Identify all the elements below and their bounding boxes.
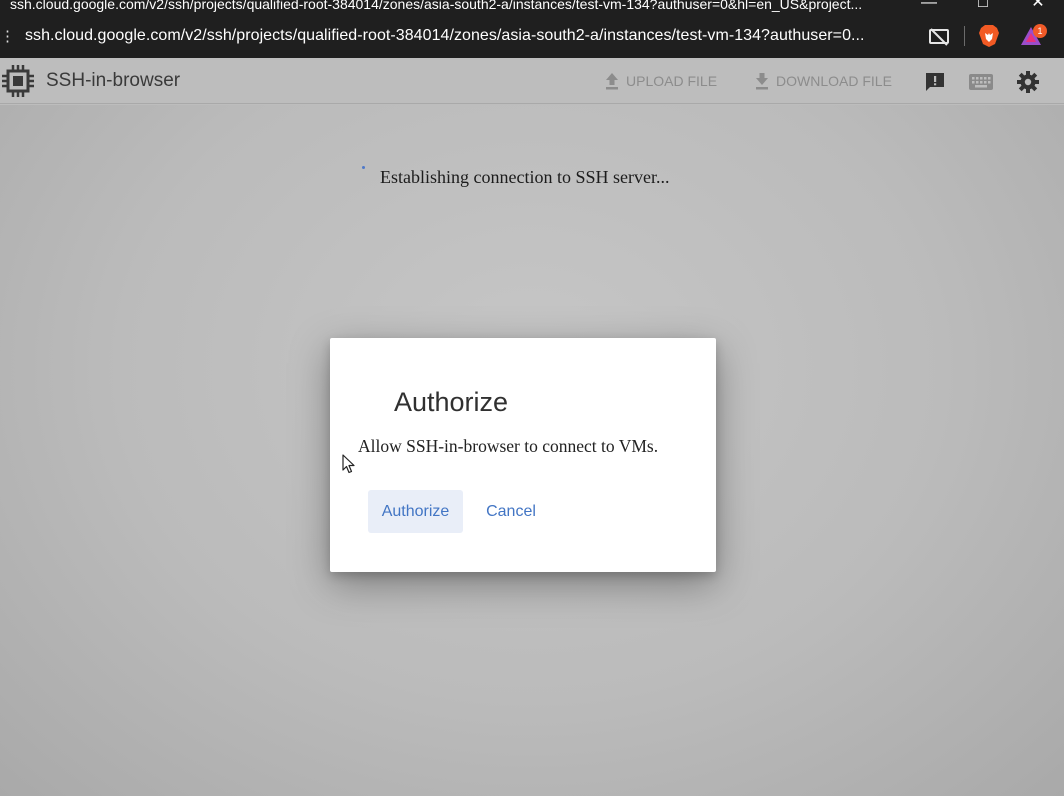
minimize-icon[interactable]: — [918, 0, 940, 12]
brave-lion-icon[interactable] [978, 24, 1000, 48]
authorize-button[interactable]: Authorize [368, 490, 463, 533]
authorize-dialog: Authorize Allow SSH-in-browser to connec… [330, 338, 716, 572]
rewards-badge: 1 [1033, 24, 1047, 38]
feedback-icon[interactable] [924, 71, 946, 93]
upload-file-label: UPLOAD FILE [626, 73, 718, 89]
keyboard-icon[interactable] [968, 73, 994, 91]
url-field[interactable]: ssh.cloud.google.com/v2/ssh/projects/qua… [25, 27, 865, 45]
download-file-label: DOWNLOAD FILE [776, 73, 892, 89]
app-title: SSH-in-browser [46, 70, 181, 91]
window-title: ssh.cloud.google.com/v2/ssh/projects/qua… [10, 0, 863, 12]
download-icon [756, 73, 768, 90]
window-titlebar: ssh.cloud.google.com/v2/ssh/projects/qua… [0, 0, 1064, 16]
settings-icon[interactable] [1016, 70, 1040, 94]
dialog-title: Authorize [394, 387, 509, 417]
toolbar-divider [964, 26, 965, 46]
site-info-icon[interactable]: ⋮ [0, 28, 15, 46]
address-bar: ⋮ ssh.cloud.google.com/v2/ssh/projects/q… [0, 16, 1064, 58]
upload-file-button[interactable]: UPLOAD FILE [604, 70, 717, 92]
cast-off-icon[interactable] [928, 28, 950, 46]
maximize-icon[interactable]: □ [972, 0, 994, 12]
mouse-pointer-icon [342, 454, 355, 474]
close-icon[interactable]: ✕ [1027, 0, 1049, 12]
loading-spinner-icon [362, 166, 365, 169]
connection-status: Establishing connection to SSH server... [380, 167, 670, 187]
upload-icon [606, 73, 618, 90]
dialog-message: Allow SSH-in-browser to connect to VMs. [358, 436, 659, 456]
app-header: SSH-in-browser UPLOAD FILE DOWNLOAD FILE [0, 58, 1064, 104]
download-file-button[interactable]: DOWNLOAD FILE [754, 70, 892, 92]
cancel-button[interactable]: Cancel [474, 490, 548, 533]
chip-icon [2, 65, 34, 97]
